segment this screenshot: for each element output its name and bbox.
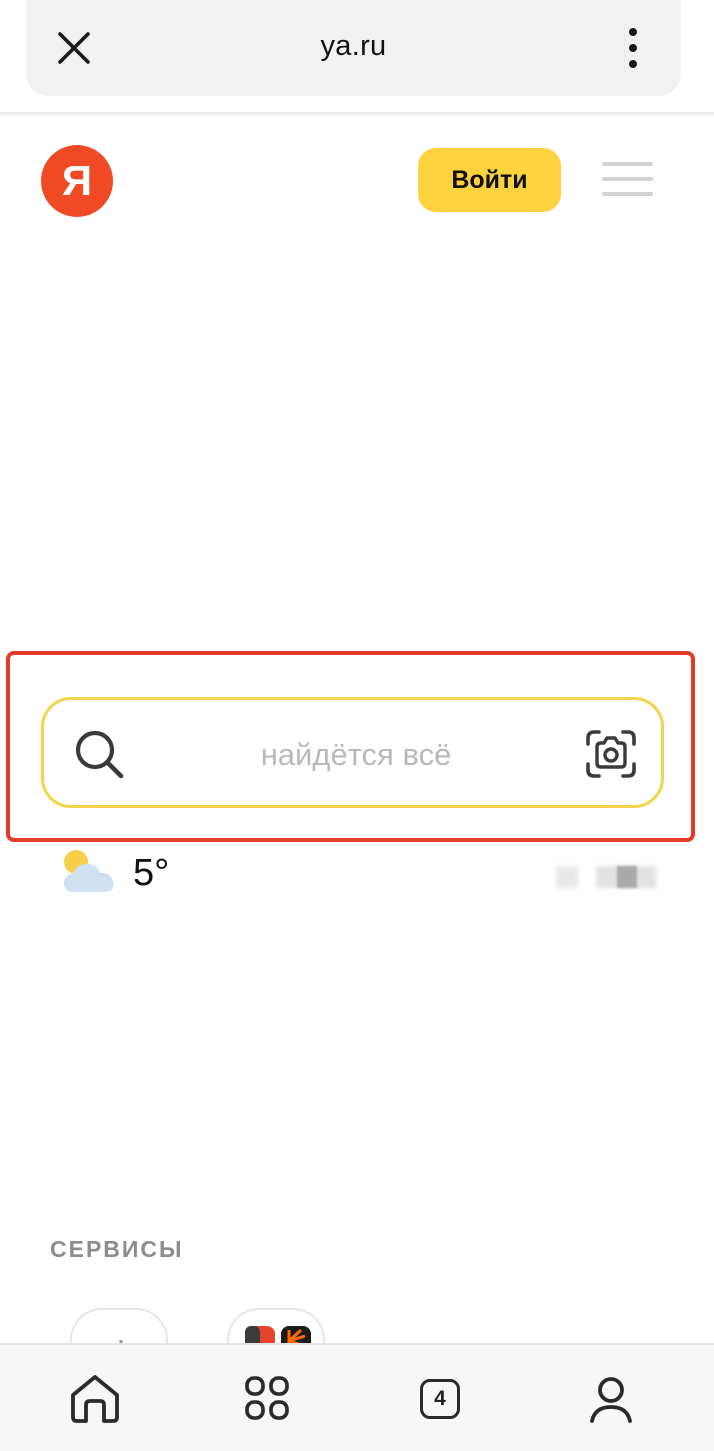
tabs-button[interactable]: 4: [412, 1371, 468, 1427]
search-icon[interactable]: [72, 727, 126, 781]
home-icon[interactable]: [67, 1371, 123, 1427]
partly-cloudy-icon[interactable]: [60, 846, 120, 896]
toolbar-divider: [0, 112, 714, 115]
logo-letter: Я: [61, 157, 93, 204]
weather-temperature[interactable]: 5°: [133, 852, 169, 894]
search-box[interactable]: [41, 697, 664, 808]
hamburger-menu-icon[interactable]: [602, 162, 653, 198]
yandex-logo[interactable]: Я: [41, 145, 113, 217]
url-text[interactable]: ya.ru: [26, 30, 681, 63]
services-heading: СЕРВИСЫ: [50, 1236, 184, 1262]
blurred-info: [556, 866, 578, 888]
tabs-count: 4: [420, 1379, 460, 1419]
bottom-navigation: 4: [0, 1343, 714, 1451]
search-input[interactable]: [154, 724, 558, 786]
login-button[interactable]: Войти: [418, 148, 561, 212]
services-grid-icon[interactable]: [240, 1371, 296, 1427]
blurred-info: [617, 866, 637, 888]
browser-toolbar: ya.ru: [26, 0, 681, 96]
more-vertical-icon[interactable]: [621, 26, 645, 70]
camera-icon[interactable]: [584, 728, 638, 780]
profile-icon[interactable]: [583, 1371, 639, 1427]
